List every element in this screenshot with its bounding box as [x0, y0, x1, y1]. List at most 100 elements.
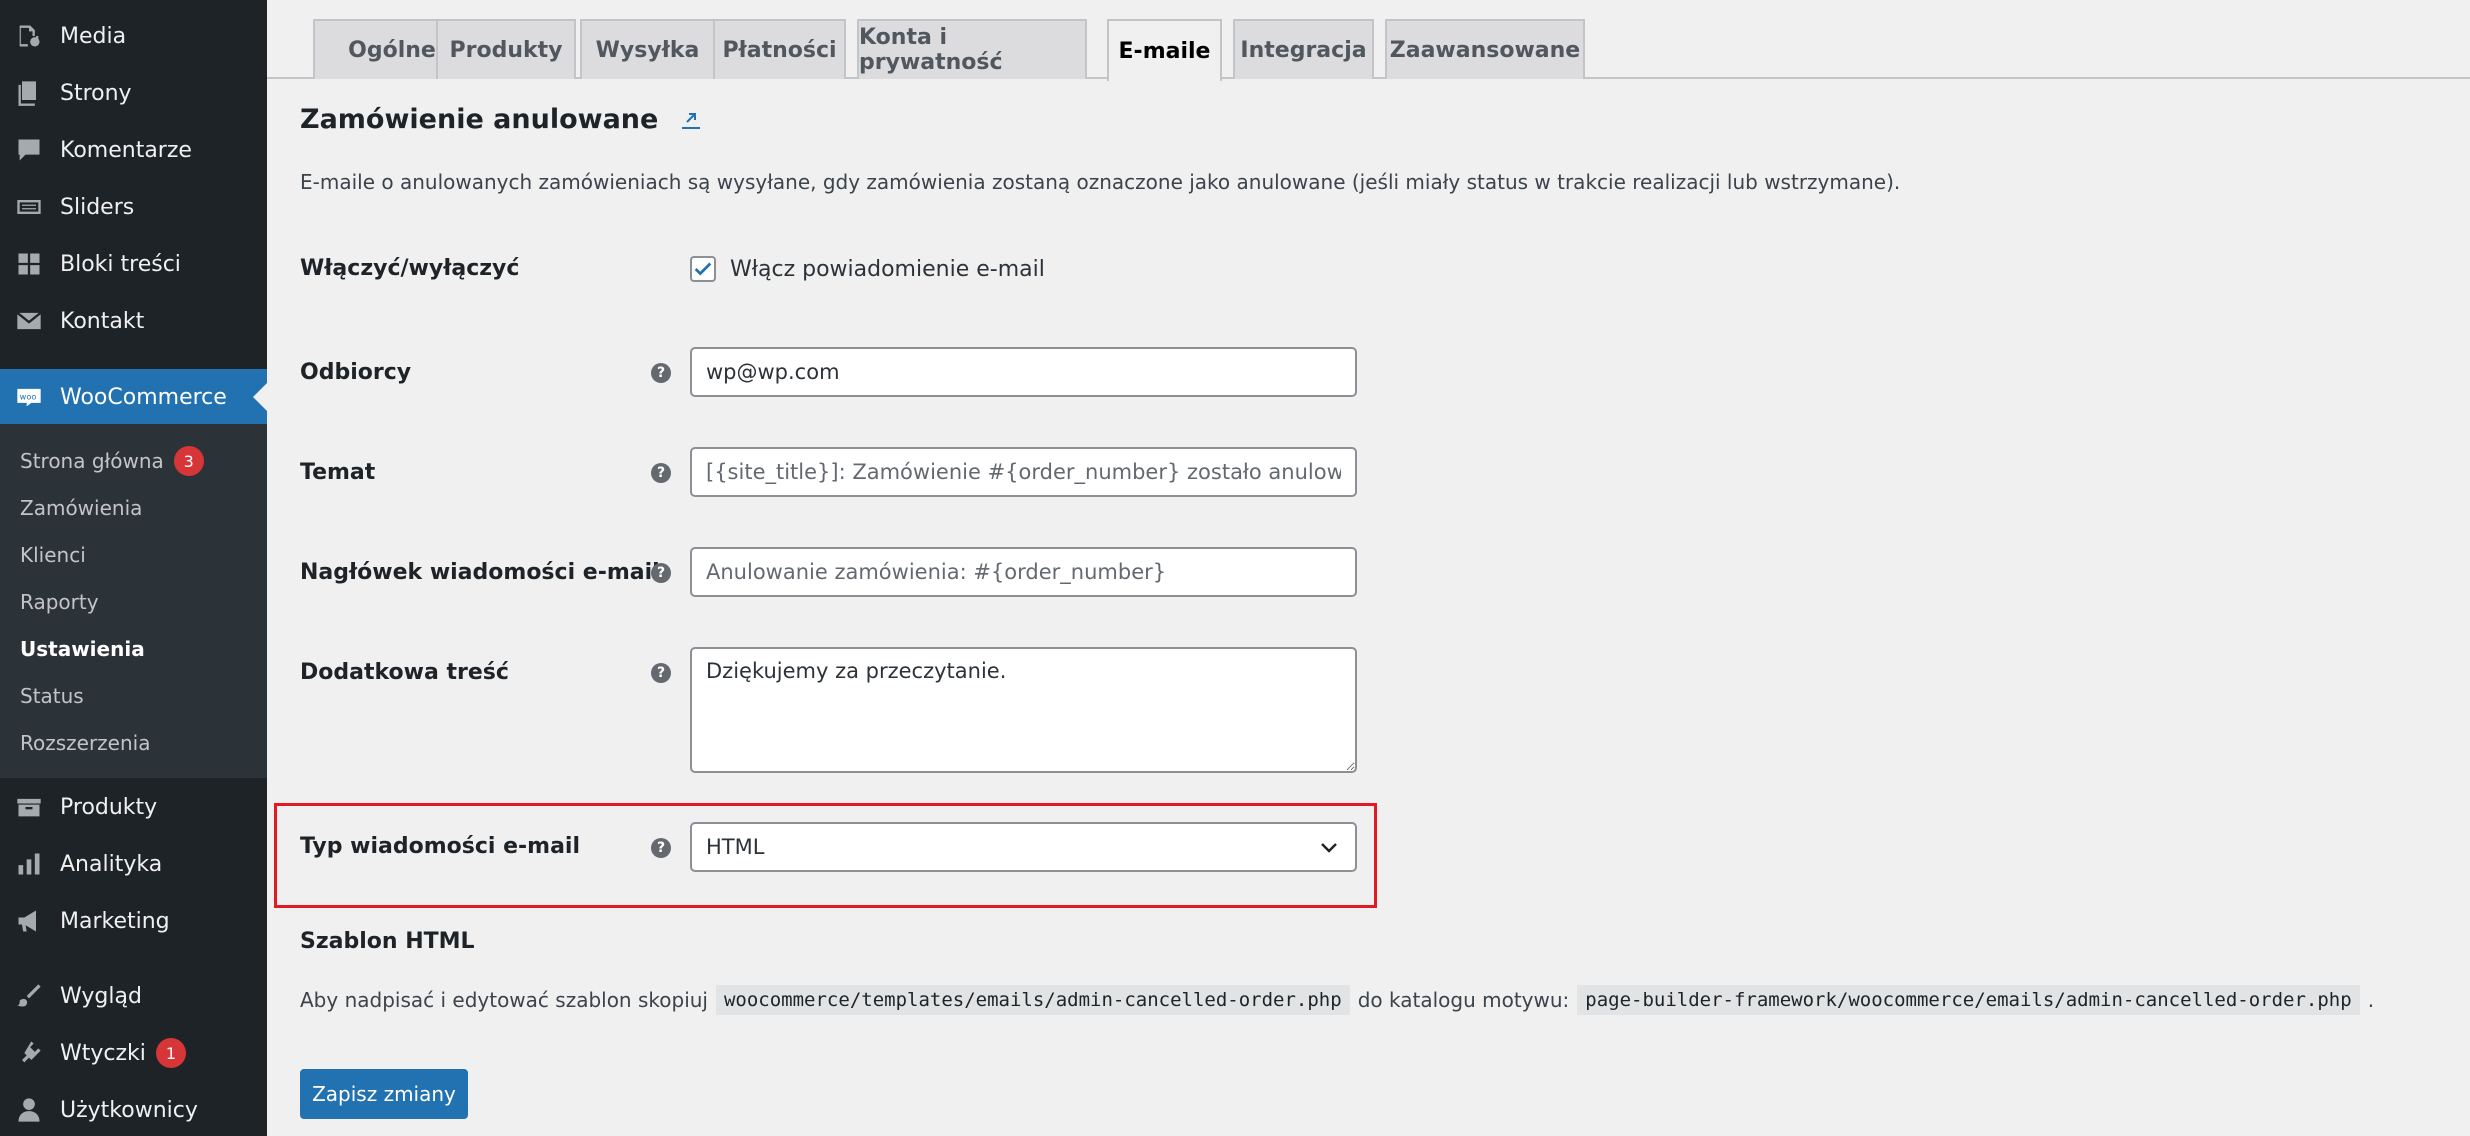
- settings-tabs: Ogólne Produkty Wysyłka Płatności Konta …: [267, 0, 2470, 81]
- sidebar-item-label: Analityka: [60, 851, 163, 877]
- enable-label: Włączyć/wyłączyć: [300, 256, 520, 281]
- help-icon[interactable]: ?: [651, 663, 671, 683]
- woo-icon: woo: [14, 382, 44, 412]
- submenu-item-settings[interactable]: Ustawienia: [20, 629, 145, 669]
- sidebar-item-label: Użytkownicy: [60, 1097, 198, 1123]
- sidebar-item-label: Produkty: [60, 794, 158, 820]
- submenu-item-label: Strona główna: [20, 449, 164, 473]
- template-heading: Szablon HTML: [300, 929, 475, 954]
- submenu-item-reports[interactable]: Raporty: [20, 582, 99, 622]
- chevron-down-icon: [1321, 843, 1337, 853]
- tab-shipping[interactable]: Wysyłka: [580, 19, 715, 79]
- submenu-item-extensions[interactable]: Rozszerzenia: [20, 723, 150, 763]
- notification-badge: 3: [173, 446, 204, 476]
- brush-icon: [14, 981, 44, 1011]
- template-text-after: .: [2367, 988, 2375, 1012]
- blocks-icon: [14, 249, 44, 279]
- enable-checkbox-label: Włącz powiadomienie e-mail: [730, 256, 1045, 282]
- plugins-icon: [14, 1038, 44, 1068]
- tab-payments[interactable]: Płatności: [713, 19, 846, 79]
- products-icon: [14, 792, 44, 822]
- recipient-label: Odbiorcy: [300, 360, 412, 385]
- additional-content-label: Dodatkowa treść: [300, 660, 509, 685]
- sidebar-item-woocommerce[interactable]: woo WooCommerce: [0, 369, 267, 425]
- sidebar-item-label: Bloki treści: [60, 251, 181, 277]
- email-type-select[interactable]: HTML: [690, 822, 1357, 872]
- sidebar-item-marketing[interactable]: Marketing: [0, 894, 267, 948]
- sidebar-item-contact[interactable]: Kontakt: [0, 294, 267, 348]
- submenu-item-label: Raporty: [20, 590, 99, 614]
- template-theme-path: page-builder-framework/woocommerce/email…: [1577, 985, 2360, 1015]
- sidebar-item-label: Strony: [60, 80, 132, 106]
- submenu-item-label: Status: [20, 684, 84, 708]
- email-type-label: Typ wiadomości e-mail: [300, 834, 580, 859]
- email-type-value: HTML: [706, 835, 765, 859]
- settings-main: Ogólne Produkty Wysyłka Płatności Konta …: [267, 0, 2470, 1136]
- enable-checkbox-wrapper[interactable]: Włącz powiadomienie e-mail: [690, 256, 1045, 282]
- sidebar-item-label: Wygląd: [60, 983, 142, 1009]
- template-source-path: woocommerce/templates/emails/admin-cance…: [715, 985, 1350, 1015]
- sidebar-item-label: Sliders: [60, 194, 135, 220]
- sidebar-item-analytics[interactable]: Analityka: [0, 837, 267, 891]
- help-icon[interactable]: ?: [651, 363, 671, 383]
- sidebar-item-media[interactable]: Media: [0, 9, 267, 63]
- sidebar-item-appearance[interactable]: Wygląd: [0, 969, 267, 1023]
- help-icon[interactable]: ?: [651, 838, 671, 858]
- submenu-item-customers[interactable]: Klienci: [20, 535, 86, 575]
- recipient-input[interactable]: [690, 347, 1357, 397]
- template-text-middle: do katalogu motywu:: [1357, 988, 1570, 1012]
- submenu-item-home[interactable]: Strona główna 3: [20, 441, 204, 481]
- sidebar-item-label: Media: [60, 23, 127, 49]
- notification-badge: 1: [155, 1038, 186, 1068]
- sidebar-item-sliders[interactable]: Sliders: [0, 180, 267, 234]
- sidebar-item-pages[interactable]: Strony: [0, 66, 267, 120]
- section-description: E-maile o anulowanych zamówieniach są wy…: [300, 170, 1901, 194]
- megaphone-icon: [14, 906, 44, 936]
- checkmark-icon: [694, 262, 712, 276]
- sidebar-item-products[interactable]: Produkty: [0, 780, 267, 834]
- sidebar-item-comments[interactable]: Komentarze: [0, 123, 267, 177]
- user-icon: [14, 1095, 44, 1125]
- additional-content-textarea[interactable]: Dziękujemy za przeczytanie.: [690, 647, 1357, 773]
- sidebar-item-users[interactable]: Użytkownicy: [0, 1083, 267, 1136]
- page-title-text: Zamówienie anulowane: [300, 104, 659, 135]
- enable-checkbox[interactable]: [690, 256, 716, 282]
- sidebar-item-label: Komentarze: [60, 137, 192, 163]
- sidebar-item-label: Wtyczki: [60, 1040, 146, 1066]
- page-title: Zamówienie anulowane: [300, 104, 704, 135]
- submenu-item-label: Ustawienia: [20, 637, 145, 661]
- submenu-item-orders[interactable]: Zamówienia: [20, 488, 142, 528]
- admin-sidebar: Media Strony Komentarze Sliders Bloki tr…: [0, 0, 267, 1136]
- submenu-item-label: Rozszerzenia: [20, 731, 151, 755]
- help-icon[interactable]: ?: [651, 563, 671, 583]
- sidebar-item-label: Kontakt: [60, 308, 145, 334]
- submenu-item-label: Klienci: [20, 543, 86, 567]
- tab-products[interactable]: Produkty: [436, 19, 576, 79]
- analytics-icon: [14, 849, 44, 879]
- back-link-icon[interactable]: [678, 107, 704, 133]
- woocommerce-submenu: Strona główna 3 Zamówienia Klienci Rapor…: [0, 424, 267, 778]
- tab-emails[interactable]: E-maile: [1107, 19, 1222, 81]
- sidebar-item-label: Marketing: [60, 908, 170, 934]
- svg-text:woo: woo: [20, 391, 37, 401]
- template-text-before: Aby nadpisać i edytować szablon skopiuj: [300, 988, 708, 1012]
- submenu-item-label: Zamówienia: [20, 496, 143, 520]
- template-instructions: Aby nadpisać i edytować szablon skopiuj …: [300, 985, 2374, 1015]
- email-heading-input[interactable]: [690, 547, 1357, 597]
- tab-accounts-privacy[interactable]: Konta i prywatność: [857, 19, 1087, 79]
- tab-advanced[interactable]: Zaawansowane: [1385, 19, 1585, 79]
- sidebar-item-label: WooCommerce: [60, 384, 227, 410]
- tab-integration[interactable]: Integracja: [1233, 19, 1374, 79]
- subject-label: Temat: [300, 460, 376, 485]
- sidebar-item-blocks[interactable]: Bloki treści: [0, 237, 267, 291]
- subject-input[interactable]: [690, 447, 1357, 497]
- email-heading-label: Nagłówek wiadomości e-mail: [300, 560, 660, 585]
- mail-icon: [14, 306, 44, 336]
- pages-icon: [14, 78, 44, 108]
- sliders-icon: [14, 192, 44, 222]
- save-button[interactable]: Zapisz zmiany: [300, 1069, 468, 1119]
- comments-icon: [14, 135, 44, 165]
- sidebar-item-plugins[interactable]: Wtyczki 1: [0, 1026, 267, 1080]
- help-icon[interactable]: ?: [651, 463, 671, 483]
- submenu-item-status[interactable]: Status: [20, 676, 84, 716]
